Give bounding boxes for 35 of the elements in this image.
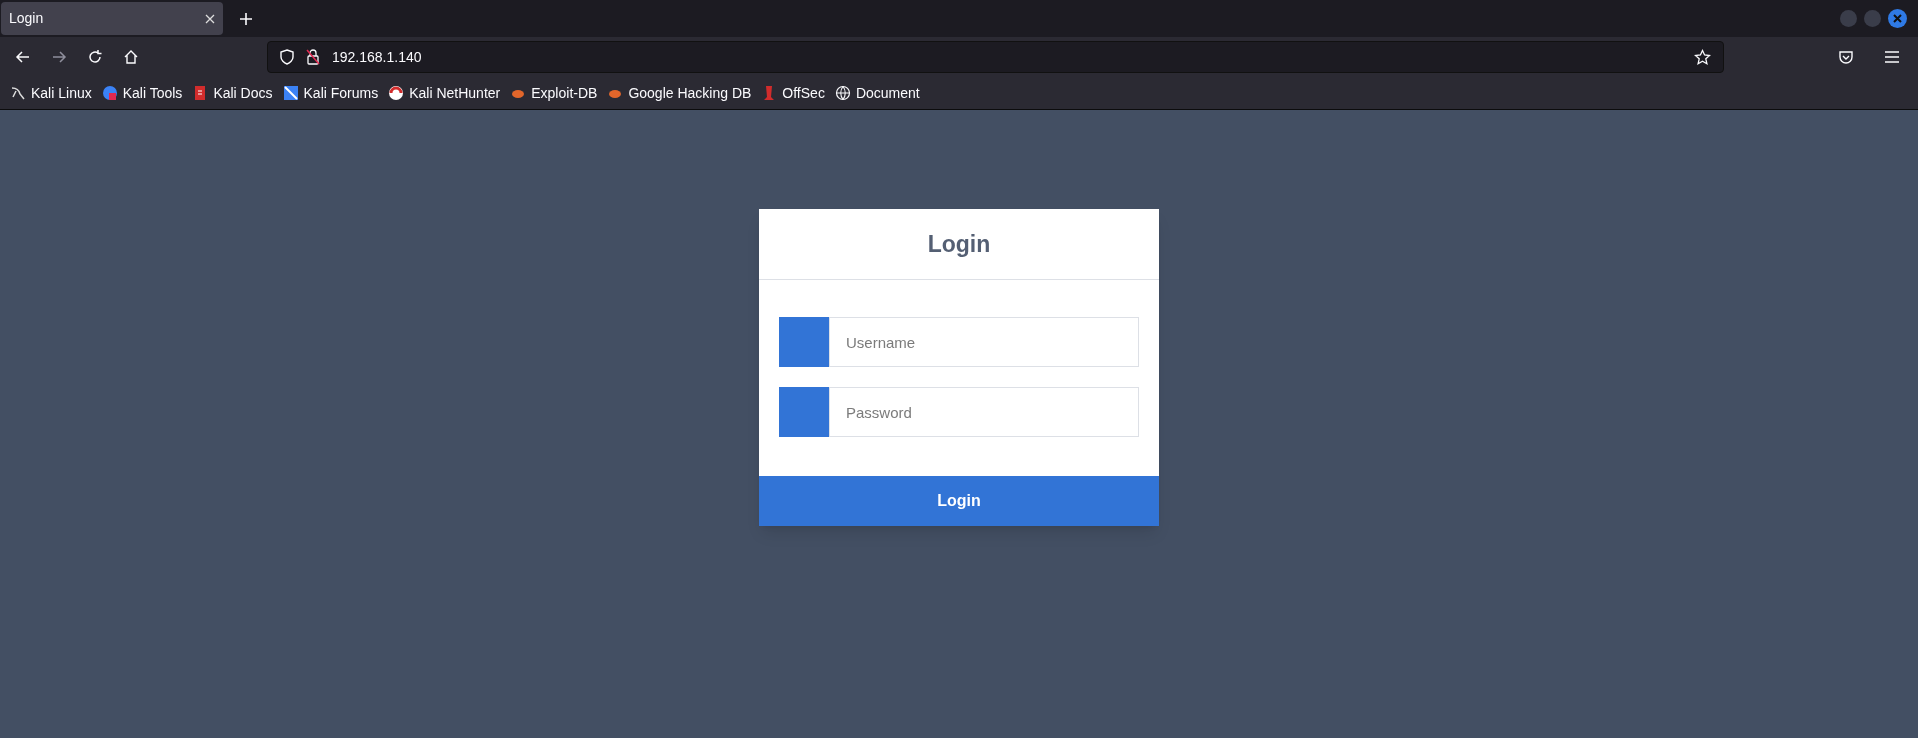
- shield-icon: [280, 49, 294, 65]
- broken-lock-icon: [306, 49, 320, 65]
- tab-title: Login: [9, 9, 44, 28]
- bookmark-link[interactable]: Kali NetHunter: [388, 82, 501, 104]
- home-icon[interactable]: [123, 49, 139, 65]
- menu-icon[interactable]: [1884, 50, 1900, 64]
- input-addon: [779, 387, 829, 437]
- input-addon: [779, 317, 829, 367]
- browser-tab[interactable]: Login: [1, 2, 223, 35]
- bookmark-link[interactable]: OffSec: [761, 82, 825, 104]
- bookmark-link[interactable]: Kali Forums: [282, 82, 379, 104]
- reload-icon[interactable]: [87, 49, 103, 65]
- globe-badge-icon: [101, 85, 118, 101]
- circle-icon: [388, 85, 405, 101]
- pocket-icon[interactable]: [1838, 49, 1854, 65]
- input-field[interactable]: Password: [829, 387, 1139, 437]
- login-title: Login: [927, 229, 991, 259]
- bookmark-link[interactable]: Google Hacking DB: [607, 82, 752, 104]
- input-field[interactable]: Username: [829, 317, 1139, 367]
- close-icon[interactable]: [205, 13, 215, 24]
- back-icon[interactable]: [15, 49, 31, 65]
- url-text: 192.168.1.140: [332, 47, 422, 67]
- bookmark-link[interactable]: Kali Linux: [10, 82, 92, 104]
- bookmark-star-icon[interactable]: [1694, 48, 1711, 66]
- login-button[interactable]: Login: [759, 476, 1159, 526]
- bookmark-link[interactable]: Document: [834, 82, 920, 104]
- globe-icon: [834, 85, 851, 101]
- close-window-icon[interactable]: [1888, 9, 1907, 28]
- bookmark-link[interactable]: Kali Docs: [192, 82, 273, 104]
- bookmark-link[interactable]: Exploit-DB: [510, 82, 598, 104]
- square-icon: [282, 85, 299, 101]
- forward-icon[interactable]: [51, 49, 67, 65]
- new-tab-icon[interactable]: [239, 11, 253, 26]
- bookmark-link[interactable]: Kali Tools: [101, 82, 183, 104]
- address-bar[interactable]: 192.168.1.140: [267, 41, 1724, 73]
